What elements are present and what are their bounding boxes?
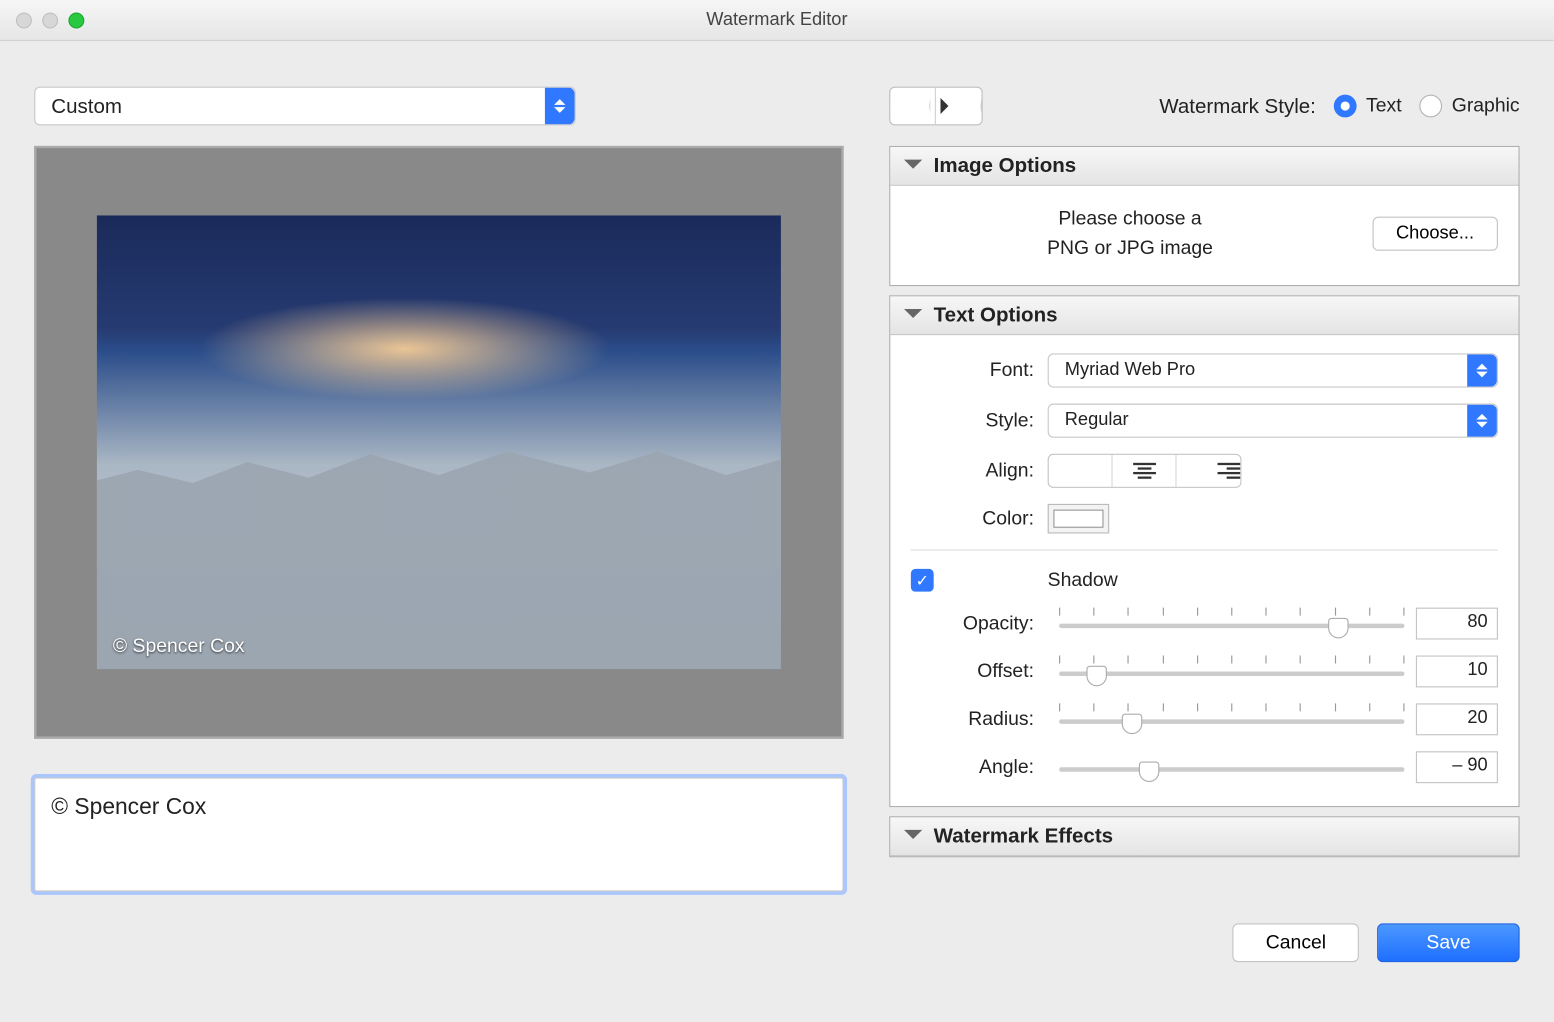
disclosure-triangle-icon — [904, 160, 922, 178]
angle-slider[interactable] — [1059, 751, 1404, 783]
preview-area: © Spencer Cox — [34, 146, 843, 739]
save-button[interactable]: Save — [1377, 923, 1519, 962]
style-graphic-radio[interactable] — [1420, 95, 1443, 118]
angle-input[interactable]: – 90 — [1416, 751, 1498, 783]
preview-nav — [889, 87, 982, 126]
image-options-panel: Image Options Please choose a PNG or JPG… — [889, 146, 1519, 286]
watermark-editor-window: Watermark Editor Custom © Spencer Cox © … — [0, 0, 1554, 990]
preset-value: Custom — [51, 94, 122, 118]
disclosure-triangle-icon — [904, 830, 922, 848]
image-options-header[interactable]: Image Options — [890, 147, 1518, 186]
radius-input[interactable]: 20 — [1416, 703, 1498, 735]
color-swatch — [1053, 510, 1103, 528]
shadow-label: Shadow — [1048, 569, 1118, 592]
align-right-icon — [1176, 455, 1240, 487]
offset-input[interactable]: 10 — [1416, 656, 1498, 688]
text-options-header[interactable]: Text Options — [890, 296, 1518, 335]
dropdown-spinner-icon — [1467, 405, 1497, 437]
radius-slider[interactable] — [1059, 703, 1404, 735]
shadow-checkbox[interactable]: ✓ — [911, 569, 934, 592]
watermark-preview-text: © Spencer Cox — [113, 635, 245, 658]
titlebar: Watermark Editor — [0, 0, 1554, 41]
color-swatch-button[interactable] — [1048, 504, 1110, 534]
arrow-right-icon — [941, 98, 982, 114]
cancel-button[interactable]: Cancel — [1233, 923, 1359, 962]
disclosure-triangle-icon — [904, 309, 922, 327]
watermark-text-input[interactable]: © Spencer Cox — [34, 777, 843, 891]
align-right-button[interactable] — [1176, 455, 1240, 487]
font-select[interactable]: Myriad Web Pro — [1048, 353, 1498, 387]
window-title: Watermark Editor — [0, 10, 1554, 31]
opacity-input[interactable]: 80 — [1416, 608, 1498, 640]
align-center-button[interactable] — [1113, 455, 1177, 487]
choose-image-button[interactable]: Choose... — [1372, 216, 1498, 250]
preset-select[interactable]: Custom — [34, 87, 576, 126]
watermark-style-label: Watermark Style: — [1159, 94, 1316, 118]
image-options-prompt: Please choose a PNG or JPG image — [911, 204, 1349, 262]
font-style-select[interactable]: Regular — [1048, 404, 1498, 438]
arrow-left-icon — [890, 98, 930, 114]
preview-image: © Spencer Cox — [97, 215, 781, 669]
align-left-button[interactable] — [1049, 455, 1113, 487]
watermark-effects-header[interactable]: Watermark Effects — [890, 817, 1518, 856]
next-image-button[interactable] — [936, 88, 982, 124]
align-center-icon — [1113, 455, 1176, 487]
offset-slider[interactable] — [1059, 656, 1404, 688]
watermark-effects-panel: Watermark Effects — [889, 816, 1519, 857]
dropdown-spinner-icon — [1467, 355, 1497, 387]
dropdown-spinner-icon — [545, 88, 575, 124]
opacity-slider[interactable] — [1059, 608, 1404, 640]
align-segmented — [1048, 454, 1242, 488]
text-options-panel: Text Options Font: Myriad Web Pro Style:… — [889, 295, 1519, 807]
align-left-icon — [1049, 455, 1112, 487]
style-text-radio[interactable] — [1334, 95, 1357, 118]
prev-image-button[interactable] — [890, 88, 936, 124]
